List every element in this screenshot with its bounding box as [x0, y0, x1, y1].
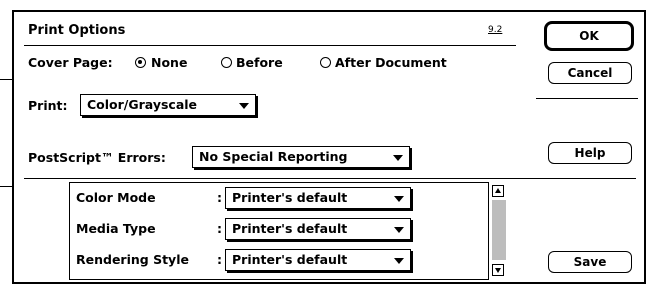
- scroll-up-arrow-icon[interactable]: [492, 185, 504, 197]
- button-divider: [536, 98, 638, 99]
- dialog-title: Print Options: [28, 23, 126, 38]
- title-underline: [24, 45, 516, 46]
- help-button-label: Help: [574, 146, 606, 160]
- color-mode-popup-value: Printer's default: [232, 190, 348, 205]
- print-options-dialog: Print Options 9.2 Cover Page: None Befor…: [12, 10, 646, 284]
- cover-none-radio[interactable]: [135, 57, 146, 68]
- color-mode-popup[interactable]: Printer's default: [225, 187, 411, 209]
- media-type-popup-value: Printer's default: [232, 221, 348, 236]
- rendering-style-label: Rendering Style: [76, 252, 189, 267]
- cover-none-label[interactable]: None: [151, 55, 187, 70]
- color-mode-label: Color Mode: [76, 190, 156, 205]
- cancel-button[interactable]: Cancel: [548, 62, 632, 84]
- chevron-down-icon: [394, 258, 404, 264]
- cover-before-radio[interactable]: [221, 57, 232, 68]
- postscript-errors-popup[interactable]: No Special Reporting: [192, 146, 410, 168]
- settings-scrollbar[interactable]: [488, 182, 509, 280]
- ok-button-label: OK: [579, 29, 599, 43]
- scroll-down-arrow-icon[interactable]: [492, 264, 504, 276]
- cover-page-label: Cover Page:: [28, 55, 113, 70]
- print-label: Print:: [28, 98, 68, 113]
- color-mode-colon: :: [217, 190, 222, 205]
- media-type-colon: :: [217, 221, 222, 236]
- version-label: 9.2: [488, 25, 503, 35]
- cover-before-label[interactable]: Before: [236, 55, 283, 70]
- chevron-down-icon: [394, 196, 404, 202]
- print-popup-value: Color/Grayscale: [87, 97, 198, 112]
- postscript-errors-popup-value: No Special Reporting: [199, 149, 348, 164]
- chevron-down-icon: [393, 155, 403, 161]
- cover-after-document-radio[interactable]: [320, 57, 331, 68]
- save-button[interactable]: Save: [548, 251, 632, 273]
- rendering-style-popup[interactable]: Printer's default: [225, 249, 411, 271]
- help-button[interactable]: Help: [548, 142, 632, 164]
- cancel-button-label: Cancel: [567, 66, 613, 80]
- chevron-down-icon: [394, 227, 404, 233]
- print-popup[interactable]: Color/Grayscale: [80, 94, 256, 116]
- postscript-errors-label: PostScript™ Errors:: [28, 150, 166, 165]
- media-type-popup[interactable]: Printer's default: [225, 218, 411, 240]
- save-button-label: Save: [573, 255, 607, 269]
- rendering-style-colon: :: [217, 252, 222, 267]
- cover-after-document-label[interactable]: After Document: [335, 55, 447, 70]
- divider: [24, 178, 636, 179]
- chevron-down-icon: [239, 103, 249, 109]
- scroll-track[interactable]: [492, 200, 506, 260]
- media-type-label: Media Type: [76, 221, 156, 236]
- ok-button[interactable]: OK: [544, 21, 634, 51]
- rendering-style-popup-value: Printer's default: [232, 252, 348, 267]
